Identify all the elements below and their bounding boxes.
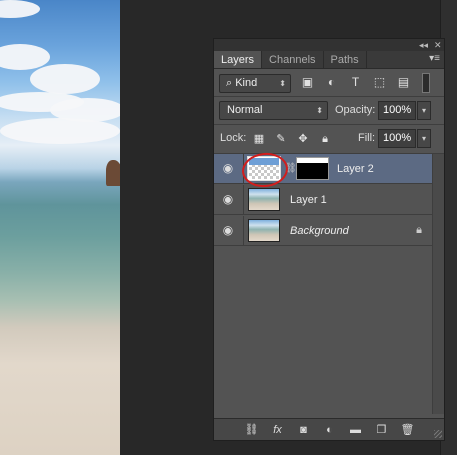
visibility-column: ◉ <box>214 154 244 184</box>
eye-icon[interactable]: ◉ <box>220 224 236 236</box>
opacity-input[interactable]: 100% <box>378 101 416 120</box>
search-icon: ⌕ <box>226 77 236 89</box>
workspace: ◂◂ ✕ Layers Channels Paths ▾≡ ⌕ Kind ⬍ ▣… <box>0 0 457 455</box>
canvas-image[interactable] <box>0 0 120 455</box>
lock-all-icon[interactable]: 🔒︎ <box>318 132 332 146</box>
add-mask-icon[interactable]: ◙ <box>296 423 311 437</box>
fill-label: Fill: <box>358 132 376 144</box>
layer-row-background[interactable]: ◉ Background 🔒︎ <box>214 216 432 246</box>
new-layer-icon[interactable]: ❐ <box>374 423 389 437</box>
eye-icon[interactable]: ◉ <box>220 193 236 205</box>
layer-name[interactable]: Layer 1 <box>290 185 327 215</box>
adjustment-layer-icon[interactable]: ◐ <box>322 423 337 437</box>
tab-paths[interactable]: Paths <box>324 51 367 68</box>
panel-bottom-bar: ⛓ fx ◙ ◐ ▬ ❐ 🗑︎ <box>214 418 444 440</box>
kind-label: Kind <box>235 77 258 89</box>
tab-channels[interactable]: Channels <box>262 51 324 68</box>
opacity-label: Opacity: <box>335 104 376 116</box>
lock-brush-icon[interactable]: ✎ <box>274 132 288 146</box>
lock-icon: 🔒︎ <box>416 224 422 236</box>
kind-filter-select[interactable]: ⌕ Kind ⬍ <box>219 74 291 93</box>
visibility-column: ◉ <box>214 216 244 246</box>
layers-panel: ◂◂ ✕ Layers Channels Paths ▾≡ ⌕ Kind ⬍ ▣… <box>213 38 445 441</box>
layer-mask-thumbnail[interactable] <box>296 157 329 180</box>
link-layers-icon[interactable]: ⛓ <box>244 423 259 437</box>
updown-icon: ⬍ <box>279 79 286 88</box>
cloud <box>30 64 100 94</box>
panel-title-bar[interactable]: ◂◂ ✕ <box>214 39 444 51</box>
lock-row: Lock: ▦ ✎ ✥ 🔒︎ Fill: 100% ▾ <box>214 125 444 153</box>
cloud <box>0 44 50 70</box>
type-filter-icon[interactable]: T <box>348 75 363 90</box>
lock-transparent-icon[interactable]: ▦ <box>252 132 266 146</box>
layer-name[interactable]: Layer 2 <box>337 154 374 184</box>
fill-input[interactable]: 100% <box>378 129 416 148</box>
collapse-icon[interactable]: ◂◂ <box>419 39 428 51</box>
close-icon[interactable]: ✕ <box>434 39 442 51</box>
panel-menu-icon[interactable]: ▾≡ <box>429 53 440 64</box>
cloud <box>0 118 120 144</box>
image-filter-icon[interactable]: ▣ <box>300 75 315 90</box>
opacity-slider-button[interactable]: ▾ <box>417 101 431 120</box>
panel-tabs: Layers Channels Paths ▾≡ <box>214 51 444 69</box>
visibility-column: ◉ <box>214 185 244 215</box>
adjustment-filter-icon[interactable]: ◐ <box>324 75 339 90</box>
fx-icon[interactable]: fx <box>270 423 285 437</box>
shape-filter-icon[interactable]: ⬚ <box>372 75 387 90</box>
eye-icon[interactable]: ◉ <box>220 162 236 174</box>
lock-label: Lock: <box>220 132 247 144</box>
filter-row: ⌕ Kind ⬍ ▣ ◐ T ⬚ ▤ <box>214 70 444 96</box>
cloud <box>0 0 40 18</box>
smart-object-filter-icon[interactable]: ▤ <box>396 75 411 90</box>
blend-mode-select[interactable]: Normal ⬍ <box>219 101 328 120</box>
layer-thumbnail[interactable] <box>248 188 280 211</box>
blend-mode-value: Normal <box>227 104 263 116</box>
lock-position-icon[interactable]: ✥ <box>296 132 310 146</box>
filter-toggle[interactable] <box>422 73 430 93</box>
tab-layers[interactable]: Layers <box>214 51 263 68</box>
layer-name[interactable]: Background <box>290 216 349 246</box>
delete-layer-icon[interactable]: 🗑︎ <box>400 423 415 437</box>
resize-grip[interactable] <box>434 430 442 438</box>
layers-scrollbar[interactable] <box>432 154 444 414</box>
fill-slider-button[interactable]: ▾ <box>417 129 431 148</box>
rock-island <box>106 160 120 186</box>
updown-icon: ⬍ <box>316 106 323 115</box>
layer-row-layer-2[interactable]: ◉ ⛓ Layer 2 <box>214 150 432 190</box>
new-group-icon[interactable]: ▬ <box>348 423 363 437</box>
blend-row: Normal ⬍ Opacity: 100% ▾ <box>214 97 444 123</box>
layer-thumbnail[interactable] <box>248 219 280 242</box>
layer-row-layer-1[interactable]: ◉ Layer 1 <box>214 185 432 215</box>
